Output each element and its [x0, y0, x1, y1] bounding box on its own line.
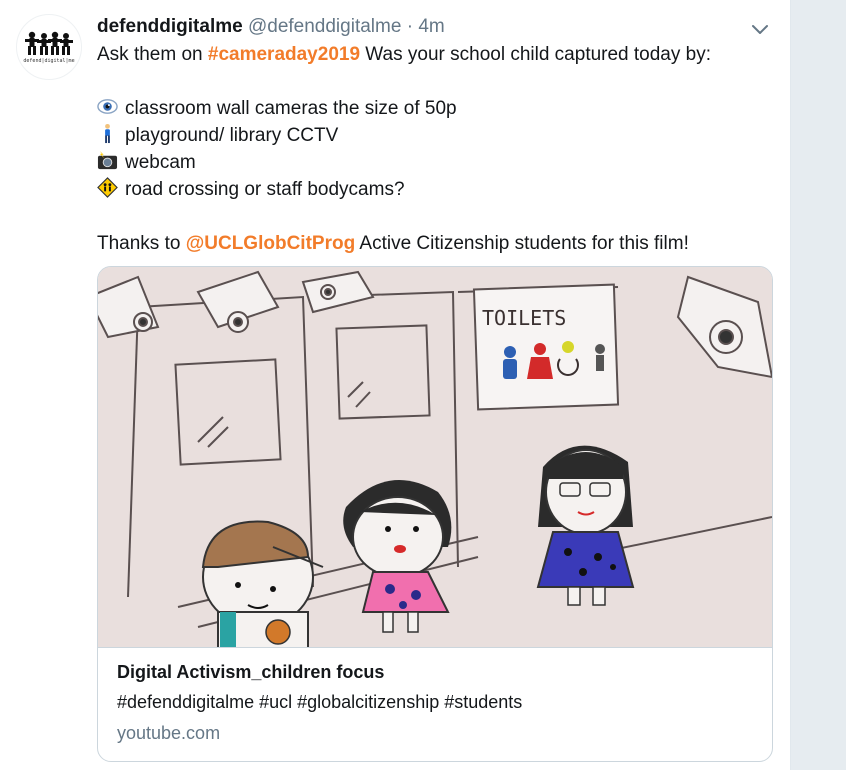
user-handle[interactable]: @defenddigitalme — [248, 16, 401, 37]
tweet-header: defenddigitalme @defenddigitalme · 4m — [97, 15, 445, 39]
card-image-sign-text: TOILETS — [482, 306, 566, 330]
card-description: #defenddigitalme #ucl #globalcitizenship… — [117, 692, 523, 712]
display-name[interactable]: defenddigitalme — [97, 16, 243, 37]
avatar-caption: defend|digital|me — [23, 57, 75, 64]
children-crossing-icon — [97, 177, 118, 198]
card-domain: youtube.com — [117, 723, 221, 743]
tweet-menu-chevron-down-icon[interactable] — [748, 18, 772, 42]
thanks-prefix: Thanks to — [97, 233, 186, 254]
mention-uclglobcitprog-link[interactable]: @UCLGlobCitProg — [186, 233, 355, 254]
tweet[interactable]: defend|digital|me defenddigitalme @defen… — [0, 0, 791, 770]
intro-prefix: Ask them on — [97, 44, 208, 65]
item-text: webcam — [125, 152, 196, 173]
list-item: road crossing or staff bodycams? — [97, 176, 777, 203]
avatar[interactable]: defend|digital|me — [16, 14, 82, 80]
link-preview-card[interactable]: TOILETS Digital Activism_children focus … — [97, 266, 773, 762]
person-icon — [105, 123, 110, 144]
card-meta[interactable]: Digital Activism_children focus #defendd… — [98, 647, 772, 761]
card-title[interactable]: Digital Activism_children focus — [117, 662, 384, 683]
eye-icon — [97, 99, 118, 114]
thanks-suffix: Active Citizenship students for this fil… — [355, 233, 689, 254]
tweet-text: Ask them on #cameraday2019 Was your scho… — [97, 41, 777, 257]
item-text: road crossing or staff bodycams? — [125, 179, 405, 200]
camera-flash-icon — [97, 150, 118, 170]
list-item: webcam — [97, 149, 777, 176]
intro-suffix: Was your school child captured today by: — [360, 44, 712, 65]
list-item: playground/ library CCTV — [97, 122, 777, 149]
tweet-line-intro: Ask them on #cameraday2019 Was your scho… — [97, 41, 777, 68]
list-item: classroom wall cameras the size of 50p — [97, 95, 777, 122]
item-text: classroom wall cameras the size of 50p — [125, 98, 457, 119]
card-thumbnail[interactable]: TOILETS — [98, 267, 772, 647]
item-text: playground/ library CCTV — [125, 125, 339, 146]
hashtag-cameraday2019-link[interactable]: #cameraday2019 — [208, 44, 360, 65]
separator-dot: · — [406, 16, 414, 37]
tweet-line-thanks: Thanks to @UCLGlobCitProg Active Citizen… — [97, 230, 777, 257]
tweet-timestamp[interactable]: 4m — [418, 16, 444, 37]
defenddigitalme-logo-icon — [25, 31, 73, 55]
